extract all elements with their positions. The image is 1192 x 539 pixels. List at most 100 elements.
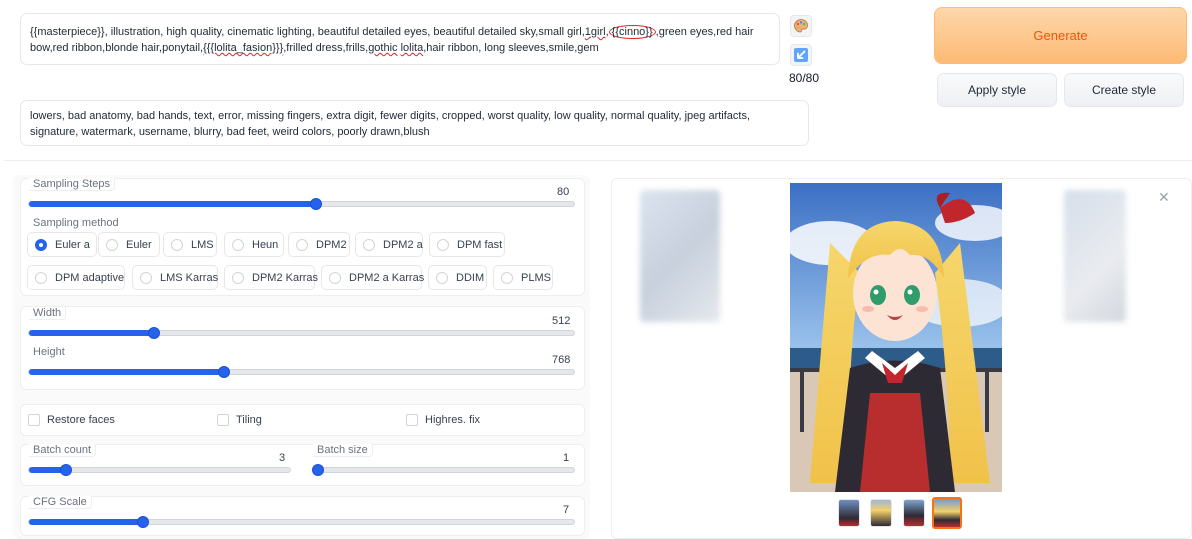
negative-prompt-textarea[interactable]: lowers, bad anatomy, bad hands, text, er… [20,100,809,146]
sampling-method-option-ddim[interactable]: DDIM [428,265,487,290]
radio-label: PLMS [521,271,551,284]
gallery-thumb-2[interactable] [870,499,892,527]
sampling-method-option-dpm2-karras[interactable]: DPM2 Karras [224,265,319,290]
width-fill [29,330,155,336]
sampling-method-option-euler[interactable]: Euler [98,232,160,257]
radio-label: Euler [126,238,152,251]
generated-image[interactable] [790,183,1002,492]
radio-label: DPM2 a Karras [349,271,425,284]
radio-label: Heun [252,238,279,251]
radio-indicator[interactable] [329,271,341,284]
radio-indicator[interactable] [232,238,244,251]
batch-size-value[interactable]: 1 [563,452,569,464]
radio-label: DPM2 Karras [252,271,319,284]
tiling-checkbox[interactable]: Tiling [217,414,262,426]
width-slider[interactable] [28,327,575,339]
sampling-method-label: Sampling method [33,217,119,229]
cfg-panel [20,496,585,536]
restore-faces-checkbox[interactable]: Restore faces [28,414,115,426]
palette-button[interactable] [790,15,812,37]
sampling-method-option-dpm-adaptive[interactable]: DPM adaptive [27,265,125,290]
sampling-method-option-dpm2-a-karras[interactable]: DPM2 a Karras [321,265,425,290]
prompt-text: {{masterpiece}}, illustration, high qual… [30,24,771,56]
prompt-textarea[interactable]: {{masterpiece}}, illustration, high qual… [20,13,780,65]
batch-count-slider[interactable] [28,464,291,476]
radio-indicator[interactable] [171,238,183,251]
width-value[interactable]: 512 [552,315,570,327]
sampling-steps-value[interactable]: 80 [557,186,569,198]
close-icon[interactable]: ✕ [1158,189,1170,206]
create-style-button[interactable]: Create style [1064,73,1184,107]
sampling-steps-label: Sampling Steps [29,178,116,191]
radio-indicator[interactable] [437,238,449,251]
sampling-method-option-dpm2[interactable]: DPM2 [288,232,350,257]
sampling-method-option-lms[interactable]: LMS [163,232,217,257]
cfg-scale-label: CFG Scale [29,496,92,509]
radio-label: DPM adaptive [55,271,125,284]
prompt-segment: {{{lolita_fasion}}} [203,42,284,54]
radio-indicator[interactable] [296,238,308,251]
cfg-scale-value[interactable]: 7 [563,504,569,516]
generate-button[interactable]: Generate [934,7,1187,64]
radio-label: DPM2 [316,238,347,251]
gallery-blurred-image-left[interactable] [640,190,720,322]
radio-indicator[interactable] [35,238,47,251]
sampling-steps-thumb[interactable] [309,198,322,210]
restore-faces-box[interactable] [28,414,40,426]
height-value[interactable]: 768 [552,354,570,366]
radio-indicator[interactable] [140,271,152,284]
radio-label: LMS Karras [160,271,219,284]
sampling-method-option-plms[interactable]: PLMS [493,265,553,290]
apply-style-button[interactable]: Apply style [937,73,1057,107]
palette-icon [794,19,808,33]
radio-label: DPM2 a [383,238,423,251]
restore-faces-label: Restore faces [47,414,115,426]
section-divider [4,160,1192,161]
anime-girl-illustration [790,183,1002,492]
radio-indicator[interactable] [501,271,513,284]
gallery-thumb-3[interactable] [903,499,925,527]
width-label: Width [29,307,67,320]
gallery-thumb-4[interactable] [932,497,962,529]
batch-size-label: Batch size [313,444,373,457]
cfg-scale-slider[interactable] [28,516,575,528]
gallery-thumb-1[interactable] [838,499,860,527]
batch-count-label: Batch count [29,444,97,457]
batch-size-slider[interactable] [312,464,575,476]
prompt-segment: ,frilled dress,frills, [283,42,369,54]
sampling-method-option-dpm2-a[interactable]: DPM2 a [355,232,423,257]
prompt-segment: ,hair ribbon, long sleeves,smile,gem [423,42,599,54]
negative-prompt-text: lowers, bad anatomy, bad hands, text, er… [30,110,751,138]
tiling-box[interactable] [217,414,229,426]
radio-indicator[interactable] [35,271,47,284]
radio-indicator[interactable] [363,238,375,251]
arrow-button[interactable] [790,44,812,66]
dimensions-panel [20,306,585,390]
height-slider[interactable] [28,366,575,378]
highres-fix-label: Highres. fix [425,414,481,426]
token-counter: 80/80 [789,71,820,85]
gallery-blurred-image-right[interactable] [1064,190,1126,322]
sampling-steps-slider[interactable] [28,198,575,210]
sampling-method-option-heun[interactable]: Heun [224,232,284,257]
height-fill [29,369,224,375]
prompt-segment: {{masterpiece}}, illustration, high qual… [30,26,585,38]
radio-label: Euler a [55,238,90,251]
sampling-method-option-dpm-fast[interactable]: DPM fast [429,232,505,257]
radio-indicator[interactable] [106,238,118,251]
radio-label: DDIM [456,271,485,284]
height-thumb[interactable] [217,366,230,378]
radio-indicator[interactable] [232,271,244,284]
radio-indicator[interactable] [436,271,448,284]
prompt-segment: lolita [400,42,424,54]
sampling-method-option-lms-karras[interactable]: LMS Karras [132,265,218,290]
radio-label: DPM fast [457,238,503,251]
radio-label: LMS [191,238,214,251]
batch-count-value[interactable]: 3 [279,452,285,464]
prompt-segment: {{cinno}} [608,25,656,39]
highres-fix-box[interactable] [406,414,418,426]
batch-size-thumb[interactable] [312,464,324,476]
sampling-method-option-euler-a[interactable]: Euler a [27,232,97,257]
height-label: Height [33,346,65,358]
highres-fix-checkbox[interactable]: Highres. fix [406,414,480,426]
